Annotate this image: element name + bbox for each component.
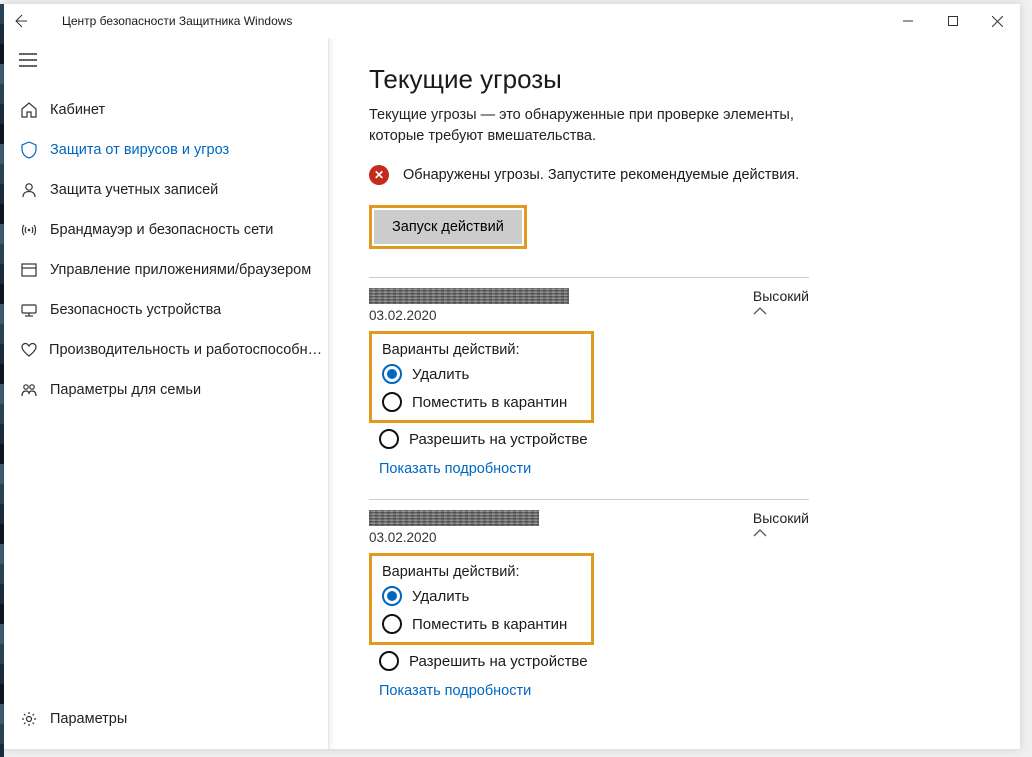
show-details-link[interactable]: Показать подробности (379, 683, 809, 699)
antenna-icon (20, 221, 50, 239)
option-label: Разрешить на устройстве (409, 431, 588, 448)
page-heading: Текущие угрозы (369, 64, 990, 95)
page-description: Текущие угрозы — это обнаруженные при пр… (369, 105, 809, 147)
option-label: Удалить (412, 366, 469, 383)
threat-severity: Высокий (753, 288, 809, 304)
sidebar-item-label: Защита от вирусов и угроз (50, 142, 229, 158)
shield-icon (20, 141, 50, 159)
sidebar-item-firewall[interactable]: Брандмауэр и безопасность сети (4, 210, 328, 250)
option-label: Поместить в карантин (412, 394, 567, 411)
sidebar-item-account-protection[interactable]: Защита учетных записей (4, 170, 328, 210)
options-title: Варианты действий: (382, 342, 581, 358)
app-window-icon (20, 261, 50, 279)
home-icon (20, 101, 50, 119)
option-quarantine[interactable]: Поместить в карантин (382, 392, 581, 412)
threat-date: 03.02.2020 (369, 530, 753, 545)
window-controls (885, 4, 1020, 38)
threat-date: 03.02.2020 (369, 308, 753, 323)
options-title: Варианты действий: (382, 564, 581, 580)
hamburger-icon (19, 53, 37, 67)
radio-icon (379, 429, 399, 449)
heart-rate-icon (20, 341, 49, 359)
minimize-icon (903, 16, 913, 26)
sidebar-item-virus-protection[interactable]: Защита от вирусов и угроз (4, 130, 328, 170)
option-allow[interactable]: Разрешить на устройстве (379, 429, 809, 449)
sidebar-item-label: Параметры (50, 711, 127, 727)
close-icon (992, 16, 1003, 27)
highlight-options: Варианты действий: Удалить Поместить в к… (369, 331, 594, 423)
sidebar-item-app-control[interactable]: Управление приложениями/браузером (4, 250, 328, 290)
arrow-left-icon (12, 13, 28, 29)
sidebar-item-label: Защита учетных записей (50, 182, 218, 198)
sidebar-item-label: Управление приложениями/браузером (50, 262, 311, 278)
option-allow[interactable]: Разрешить на устройстве (379, 651, 809, 671)
highlight-run-actions: Запуск действий (369, 205, 527, 249)
sidebar-item-label: Брандмауэр и безопасность сети (50, 222, 273, 238)
error-icon: ✕ (369, 165, 389, 185)
main-content: Текущие угрозы Текущие угрозы — это обна… (329, 38, 1020, 749)
sidebar-item-settings[interactable]: Параметры (4, 699, 328, 739)
radio-icon (379, 651, 399, 671)
maximize-icon (948, 16, 958, 26)
radio-icon (382, 586, 402, 606)
sidebar-item-label: Безопасность устройства (50, 302, 221, 318)
threat-item: 03.02.2020 Высокий Варианты действий: Уд… (369, 277, 809, 477)
radio-icon (382, 614, 402, 634)
threat-item: 03.02.2020 Высокий Варианты действий: Уд… (369, 499, 809, 699)
radio-icon (382, 392, 402, 412)
hamburger-button[interactable] (4, 38, 52, 82)
titlebar: Центр безопасности Защитника Windows (4, 4, 1020, 38)
nav-list: Кабинет Защита от вирусов и угроз Защита… (4, 82, 328, 699)
app-window: Центр безопасности Защитника Windows Каб… (4, 4, 1020, 749)
window-title: Центр безопасности Защитника Windows (52, 14, 885, 28)
threat-status-text: Обнаружены угрозы. Запустите рекомендуем… (403, 167, 799, 183)
option-label: Разрешить на устройстве (409, 653, 588, 670)
gear-icon (20, 710, 50, 728)
option-quarantine[interactable]: Поместить в карантин (382, 614, 581, 634)
sidebar-item-label: Кабинет (50, 102, 105, 118)
close-button[interactable] (975, 4, 1020, 38)
highlight-options: Варианты действий: Удалить Поместить в к… (369, 553, 594, 645)
option-delete[interactable]: Удалить (382, 364, 581, 384)
threat-severity: Высокий (753, 510, 809, 526)
chevron-up-icon (753, 306, 767, 316)
threat-status-row: ✕ Обнаружены угрозы. Запустите рекоменду… (369, 165, 990, 185)
collapse-toggle[interactable] (753, 528, 809, 538)
family-icon (20, 381, 50, 399)
sidebar: Кабинет Защита от вирусов и угроз Защита… (4, 38, 329, 749)
radio-icon (382, 364, 402, 384)
option-delete[interactable]: Удалить (382, 586, 581, 606)
device-icon (20, 301, 50, 319)
minimize-button[interactable] (885, 4, 930, 38)
collapse-toggle[interactable] (753, 306, 809, 316)
back-button[interactable] (12, 13, 52, 29)
option-label: Поместить в карантин (412, 616, 567, 633)
sidebar-item-performance[interactable]: Производительность и работоспособность (4, 330, 328, 370)
threat-name-redacted (369, 288, 569, 304)
show-details-link[interactable]: Показать подробности (379, 461, 809, 477)
sidebar-footer: Параметры (4, 699, 328, 749)
maximize-button[interactable] (930, 4, 975, 38)
sidebar-item-home[interactable]: Кабинет (4, 90, 328, 130)
sidebar-item-family[interactable]: Параметры для семьи (4, 370, 328, 410)
sidebar-item-device-security[interactable]: Безопасность устройства (4, 290, 328, 330)
run-actions-button[interactable]: Запуск действий (374, 210, 522, 244)
chevron-up-icon (753, 528, 767, 538)
option-label: Удалить (412, 588, 469, 605)
sidebar-item-label: Параметры для семьи (50, 382, 201, 398)
sidebar-item-label: Производительность и работоспособность (49, 342, 328, 358)
threat-name-redacted (369, 510, 539, 526)
person-icon (20, 181, 50, 199)
